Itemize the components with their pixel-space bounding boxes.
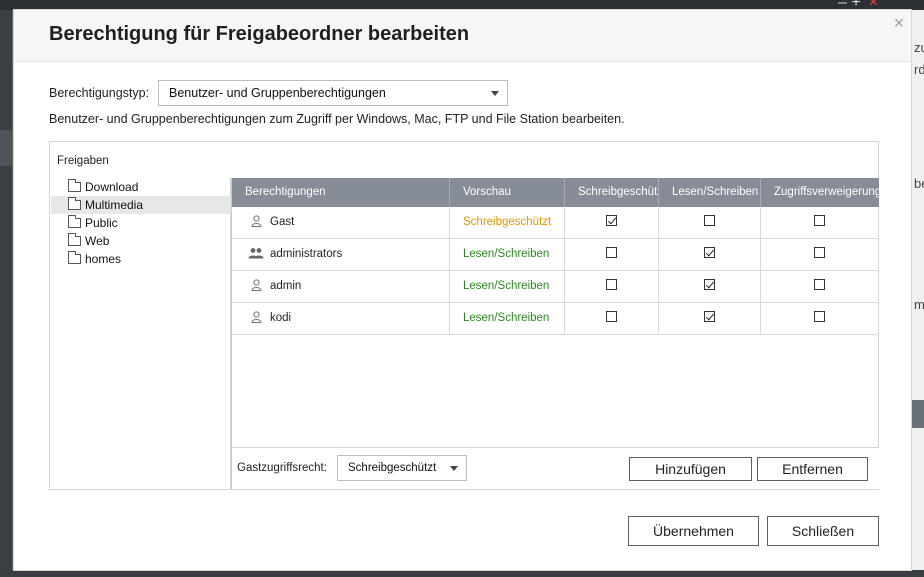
preview-cell: Schreibgeschützt <box>450 207 565 238</box>
share-permission-dialog: Berechtigung für Freigabeordner bearbeit… <box>13 9 912 571</box>
deny-checkbox[interactable] <box>814 247 825 259</box>
column-header-deny[interactable]: Zugriffsverweigerung <box>761 178 879 207</box>
deny-cell <box>761 239 879 270</box>
read-only-cell <box>565 271 659 302</box>
read-write-cell <box>659 303 761 334</box>
user-icon <box>251 215 262 227</box>
column-header-permissions[interactable]: Berechtigungen <box>232 178 450 207</box>
tree-item-label: homes <box>85 252 122 266</box>
folder-icon <box>68 215 81 228</box>
tree-item-multimedia[interactable]: Multimedia <box>51 196 231 214</box>
tree-item-label: Download <box>85 180 139 194</box>
deny-checkbox[interactable] <box>814 311 825 323</box>
read-only-cell <box>565 207 659 238</box>
folder-icon <box>68 179 81 192</box>
permission-name-cell: administrators <box>232 239 450 270</box>
permissions-table: Berechtigungen Vorschau Schreibgeschützt… <box>231 178 879 489</box>
chevron-down-icon <box>491 91 499 96</box>
tree-item-public[interactable]: Public <box>51 214 231 232</box>
table-footer: Gastzugriffsrecht: Schreibgeschützt Hinz… <box>232 447 879 489</box>
close-icon[interactable]: × <box>890 14 908 32</box>
read-only-cell <box>565 239 659 270</box>
table-row[interactable]: kodi Lesen/Schreiben <box>232 303 879 335</box>
background-text: rd <box>914 62 924 77</box>
background-bottom-bar <box>0 570 924 577</box>
background-scroll-marker <box>912 400 924 428</box>
background-sidebar <box>0 10 12 577</box>
read-only-checkbox[interactable] <box>606 311 617 323</box>
read-write-cell <box>659 271 761 302</box>
read-write-checkbox[interactable] <box>704 279 715 291</box>
background-content <box>912 10 924 577</box>
preview-cell: Lesen/Schreiben <box>450 239 565 270</box>
folder-icon <box>68 233 81 246</box>
group-icon <box>248 248 264 259</box>
table-row[interactable]: administrators Lesen/Schreiben <box>232 239 879 271</box>
permission-name: admin <box>270 280 302 292</box>
tree-item-label: Web <box>85 234 110 248</box>
read-only-checkbox[interactable] <box>606 247 617 259</box>
column-header-read-write[interactable]: Lesen/Schreiben <box>659 178 761 207</box>
add-button[interactable]: Hinzufügen <box>629 457 752 481</box>
preview-cell: Lesen/Schreiben <box>450 271 565 302</box>
deny-cell <box>761 303 879 334</box>
permission-type-label: Berechtigungstyp: <box>49 86 150 100</box>
table-row[interactable]: admin Lesen/Schreiben <box>232 271 879 303</box>
deny-checkbox[interactable] <box>814 215 825 227</box>
permission-name: Gast <box>270 216 295 228</box>
folder-tree: Download Multimedia Public Web homes <box>51 178 231 489</box>
tree-item-label: Multimedia <box>85 198 144 212</box>
guest-access-select[interactable]: Schreibgeschützt <box>337 455 467 481</box>
shares-panel: Freigaben Download Multimedia Public Web… <box>49 141 879 490</box>
user-icon <box>251 311 262 323</box>
background-text: be <box>914 176 924 191</box>
remove-button[interactable]: Entfernen <box>757 457 868 481</box>
user-icon <box>251 279 262 291</box>
read-write-checkbox[interactable] <box>704 311 715 323</box>
folder-icon <box>68 197 81 210</box>
read-write-cell <box>659 207 761 238</box>
guest-access-label: Gastzugriffsrecht: <box>237 462 327 474</box>
permission-type-value: Benutzer- und Gruppenberechtigungen <box>169 86 386 100</box>
permission-name: kodi <box>270 312 292 324</box>
apply-button[interactable]: Übernehmen <box>628 516 759 546</box>
folder-icon <box>68 251 81 264</box>
deny-cell <box>761 207 879 238</box>
deny-cell <box>761 271 879 302</box>
guest-access-value: Schreibgeschützt <box>348 462 437 474</box>
permission-name-cell: kodi <box>232 303 450 334</box>
read-write-checkbox[interactable] <box>704 215 715 227</box>
read-only-cell <box>565 303 659 334</box>
tree-item-download[interactable]: Download <box>51 178 231 196</box>
dialog-title: Berechtigung für Freigabeordner bearbeit… <box>49 23 470 45</box>
background-text: zu <box>914 40 924 55</box>
tree-item-label: Public <box>85 216 118 230</box>
close-button[interactable]: Schließen <box>767 516 879 546</box>
column-header-preview[interactable]: Vorschau <box>450 178 565 207</box>
shares-panel-title: Freigaben <box>57 155 109 167</box>
read-write-cell <box>659 239 761 270</box>
permission-type-select[interactable]: Benutzer- und Gruppenberechtigungen <box>158 80 508 106</box>
permission-description: Benutzer- und Gruppenberechtigungen zum … <box>49 112 625 126</box>
table-row[interactable]: Gast Schreibgeschützt <box>232 207 879 239</box>
permission-name: administrators <box>270 248 343 260</box>
chevron-down-icon <box>450 466 458 471</box>
background-text: me <box>914 297 924 312</box>
permission-name-cell: Gast <box>232 207 450 238</box>
read-only-checkbox[interactable] <box>606 279 617 291</box>
read-only-checkbox[interactable] <box>606 215 617 227</box>
deny-checkbox[interactable] <box>814 279 825 291</box>
read-write-checkbox[interactable] <box>704 247 715 259</box>
dialog-header: Berechtigung für Freigabeordner bearbeit… <box>14 10 911 62</box>
table-header: Berechtigungen Vorschau Schreibgeschützt… <box>232 178 879 207</box>
permission-name-cell: admin <box>232 271 450 302</box>
preview-cell: Lesen/Schreiben <box>450 303 565 334</box>
column-header-read-only[interactable]: Schreibgeschützt <box>565 178 659 207</box>
tree-item-web[interactable]: Web <box>51 232 231 250</box>
background-sidebar-highlight <box>0 130 12 166</box>
tree-item-homes[interactable]: homes <box>51 250 231 268</box>
